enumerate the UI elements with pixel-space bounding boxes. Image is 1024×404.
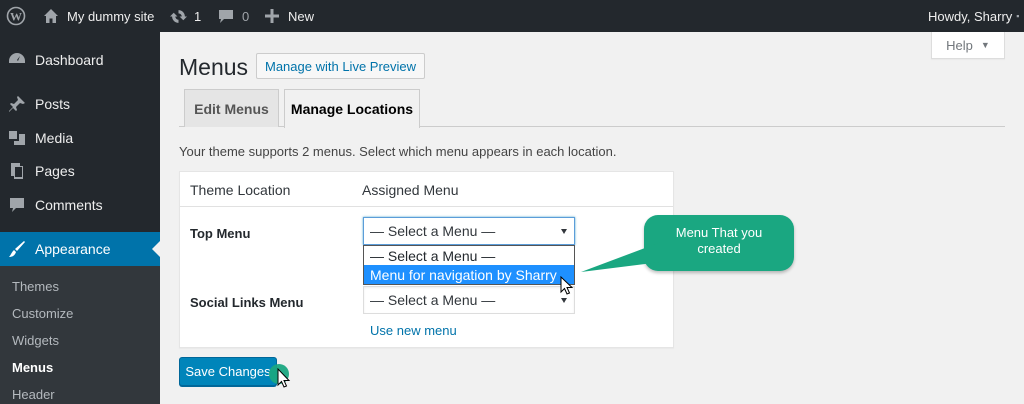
location-label-social-links-menu: Social Links Menu: [190, 295, 304, 310]
social-links-select-value: — Select a Menu —: [370, 292, 496, 308]
dropdown-arrow-icon: [561, 229, 567, 234]
home-icon: [44, 9, 58, 23]
sidebar-label-media: Media: [35, 130, 74, 146]
sidebar-item-comments[interactable]: Comments: [0, 188, 160, 222]
update-icon: [170, 9, 187, 23]
caret-icon: ▪: [1016, 11, 1020, 21]
column-assigned-menu: Assigned Menu: [362, 182, 459, 198]
callout-line-2: created: [697, 241, 741, 256]
dropdown-arrow-icon: [561, 298, 567, 303]
media-icon: [8, 129, 28, 147]
svg-text:W: W: [10, 10, 22, 24]
submenu-header[interactable]: Header: [12, 387, 55, 402]
submenu-menus[interactable]: Menus: [12, 360, 53, 375]
my-account-link[interactable]: Howdy, Sharry ▪: [928, 0, 1020, 32]
callout-line-1: Menu That you: [675, 225, 763, 240]
help-label: Help: [946, 37, 973, 53]
comment-icon: [8, 196, 28, 214]
new-content-link[interactable]: New: [265, 0, 314, 32]
new-label: New: [288, 8, 315, 24]
column-theme-location: Theme Location: [190, 182, 291, 198]
updates-count: 1: [194, 8, 202, 24]
top-menu-select[interactable]: — Select a Menu —: [363, 217, 575, 245]
live-preview-button[interactable]: Manage with Live Preview: [256, 53, 426, 79]
sidebar-label-pages: Pages: [35, 163, 75, 179]
site-name-link[interactable]: My dummy site: [43, 0, 154, 32]
sidebar-item-appearance[interactable]: Appearance: [0, 232, 160, 266]
comment-bubble-icon: [219, 10, 233, 23]
sidebar-label-appearance: Appearance: [35, 241, 111, 257]
callout-pointer: [581, 242, 661, 272]
sidebar-item-media[interactable]: Media: [0, 121, 160, 155]
pin-icon: [8, 95, 28, 113]
table-header-divider: [180, 206, 673, 207]
sidebar-item-dashboard[interactable]: Dashboard: [0, 43, 160, 77]
sidebar-label-comments: Comments: [35, 197, 103, 213]
top-menu-dropdown-list: — Select a Menu — Menu for navigation by…: [363, 245, 575, 285]
save-changes-button[interactable]: Save Changes: [179, 357, 277, 386]
submenu-customize[interactable]: Customize: [12, 306, 73, 321]
tab-edit-menus[interactable]: Edit Menus: [184, 89, 279, 127]
dropdown-option-select-a-menu[interactable]: — Select a Menu —: [364, 246, 574, 265]
comments-count: 0: [242, 8, 250, 24]
social-links-menu-select[interactable]: — Select a Menu —: [363, 286, 575, 314]
use-new-menu-link[interactable]: Use new menu: [370, 323, 457, 338]
help-tab-button[interactable]: Help ▼: [931, 32, 1005, 59]
page-title: Menus: [179, 54, 249, 80]
submenu-themes[interactable]: Themes: [12, 279, 59, 294]
sidebar-item-pages[interactable]: Pages: [0, 154, 160, 188]
top-menu-select-value: — Select a Menu —: [370, 223, 496, 239]
intro-text: Your theme supports 2 menus. Select whic…: [179, 144, 617, 159]
sidebar-label-dashboard: Dashboard: [35, 52, 104, 68]
dashboard-icon: [8, 51, 28, 69]
plus-icon: [265, 9, 279, 23]
wordpress-logo-button[interactable]: W: [6, 0, 26, 32]
mouse-cursor-icon: [560, 276, 574, 295]
updates-link[interactable]: 1: [170, 0, 201, 32]
appearance-submenu: Themes Customize Widgets Menus Header: [0, 266, 160, 404]
pages-icon: [8, 162, 28, 180]
wordpress-icon: W: [6, 6, 26, 26]
callout-annotation: Menu That you created: [644, 215, 794, 271]
tab-manage-locations[interactable]: Manage Locations: [284, 89, 420, 128]
site-name: My dummy site: [67, 8, 155, 24]
comments-link[interactable]: 0: [218, 0, 249, 32]
brush-icon: [8, 240, 28, 258]
sidebar-item-posts[interactable]: Posts: [0, 87, 160, 121]
mouse-cursor-icon: [277, 368, 291, 388]
admin-bar: W My dummy site 1 0 New Howdy, Sharry ▪: [0, 0, 1024, 32]
chevron-down-icon: ▼: [980, 40, 990, 50]
howdy-text: Howdy, Sharry: [928, 8, 1013, 24]
location-label-top-menu: Top Menu: [190, 226, 251, 241]
submenu-widgets[interactable]: Widgets: [12, 333, 59, 348]
dropdown-option-menu-for-navigation[interactable]: Menu for navigation by Sharry: [364, 265, 574, 284]
sidebar-label-posts: Posts: [35, 96, 71, 112]
